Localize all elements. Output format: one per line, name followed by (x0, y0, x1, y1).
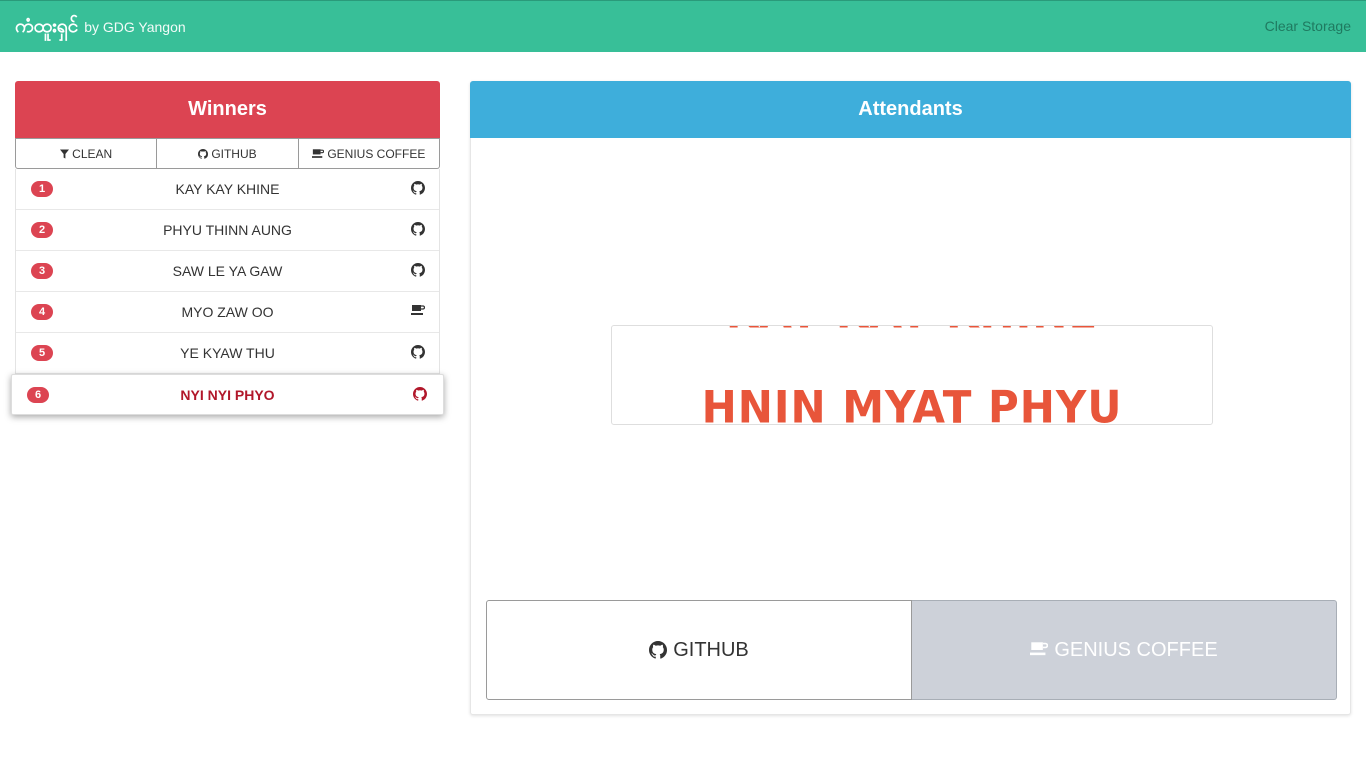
winner-name: KAY KAY KHINE (175, 181, 280, 197)
rank-badge: 4 (31, 304, 53, 320)
brand[interactable]: ကံထူးရှင် by GDG Yangon (15, 14, 186, 42)
slot-previous-name: KAY KAY KHINE (612, 326, 1212, 338)
winners-panel: Winners CLEAN GITHUB GENIUS COFFEE 1 KAY… (11, 81, 444, 415)
filter-coffee-label: GENIUS COFFEE (327, 146, 426, 161)
coffee-prize-label: GENIUS COFFEE (1054, 638, 1218, 661)
github-icon (198, 148, 209, 159)
clear-storage-link[interactable]: Clear Storage (1265, 18, 1351, 34)
attendants-title: Attendants (470, 81, 1351, 138)
github-icon (411, 181, 425, 195)
winner-item[interactable]: 4 MYO ZAW OO (16, 292, 439, 333)
filter-github-label: GITHUB (211, 146, 257, 161)
winners-filter-group: CLEAN GITHUB GENIUS COFFEE (15, 138, 440, 169)
slot-current-name: HNIN MYAT PHYU (701, 381, 1123, 425)
winner-name: MYO ZAW OO (181, 304, 274, 320)
rank-badge: 5 (31, 345, 53, 361)
brand-title: ကံထူးရှင် (15, 15, 79, 37)
winners-title: Winners (15, 81, 440, 138)
name-slot-machine: KAY KAY KHINE HNIN MYAT PHYU (611, 325, 1213, 425)
winners-list: 1 KAY KAY KHINE 2 PHYU THINN AUNG 3 SAW … (11, 169, 444, 415)
winner-item-active[interactable]: 6 NYI NYI PHYO (11, 374, 444, 415)
coffee-icon (1030, 642, 1049, 656)
github-icon (649, 641, 668, 659)
winner-item[interactable]: 5 YE KYAW THU (16, 333, 439, 374)
github-icon (413, 387, 427, 401)
rank-badge: 2 (31, 222, 53, 238)
github-prize-label: GITHUB (673, 638, 749, 661)
rank-badge: 6 (27, 387, 49, 403)
winner-name: YE KYAW THU (180, 345, 275, 361)
filter-clean-button[interactable]: CLEAN (15, 138, 158, 169)
github-icon (411, 222, 425, 236)
winner-item[interactable]: 1 KAY KAY KHINE (16, 169, 439, 210)
winner-item[interactable]: 3 SAW LE YA GAW (16, 251, 439, 292)
github-icon (411, 263, 425, 277)
filter-icon (60, 149, 70, 158)
attendants-panel: Attendants KAY KAY KHINE HNIN MYAT PHYU … (470, 81, 1351, 715)
winner-item[interactable]: 2 PHYU THINN AUNG (16, 210, 439, 251)
filter-clean-label: CLEAN (72, 146, 113, 161)
navbar: ကံထူးရှင် by GDG Yangon Clear Storage (0, 0, 1366, 52)
coffee-prize-button[interactable]: GENIUS COFFEE (912, 600, 1337, 700)
github-icon (411, 345, 425, 359)
winner-name: NYI NYI PHYO (180, 386, 275, 403)
rank-badge: 3 (31, 263, 53, 279)
winner-name: PHYU THINN AUNG (163, 222, 292, 238)
rank-badge: 1 (31, 181, 53, 197)
filter-github-button[interactable]: GITHUB (157, 138, 299, 169)
filter-coffee-button[interactable]: GENIUS COFFEE (298, 138, 440, 169)
coffee-icon (411, 305, 425, 315)
coffee-icon (312, 148, 325, 158)
winner-name: SAW LE YA GAW (172, 263, 283, 279)
prize-button-group: GITHUB GENIUS COFFEE (486, 600, 1337, 700)
brand-subtitle: by GDG Yangon (84, 19, 186, 35)
github-prize-button[interactable]: GITHUB (486, 600, 912, 700)
